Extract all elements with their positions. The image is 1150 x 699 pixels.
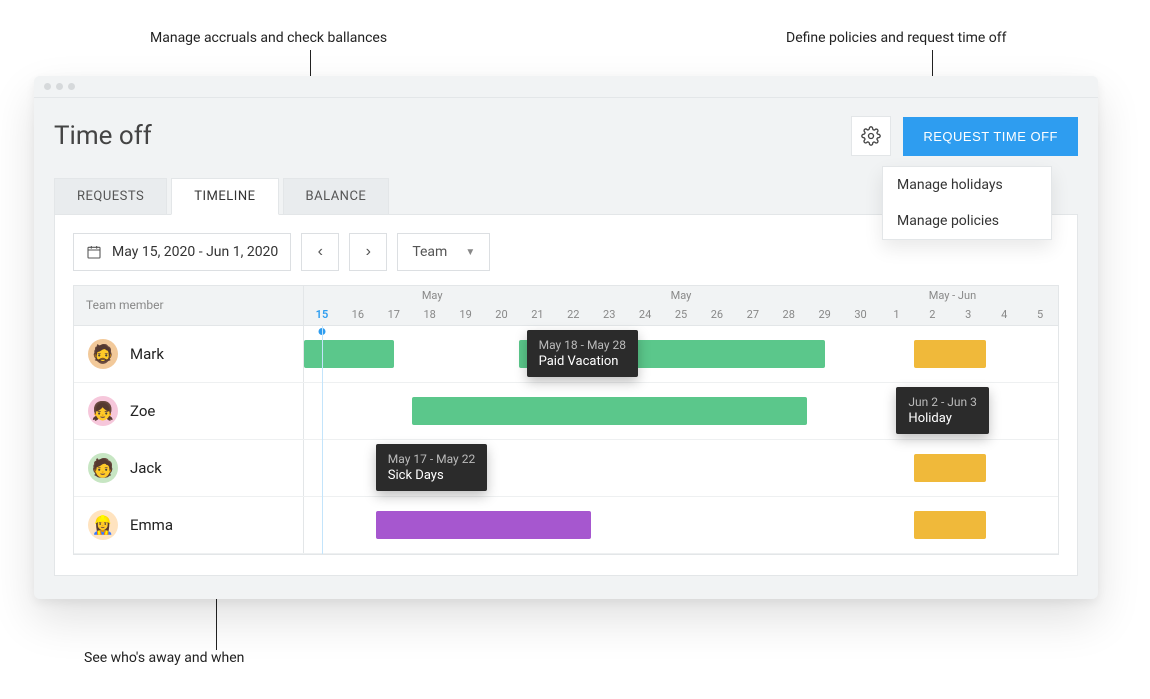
- calendar-icon: [86, 244, 102, 260]
- caret-down-icon: ▼: [465, 247, 475, 258]
- member-cell: 🧑 Jack: [74, 440, 304, 496]
- day-header: 26: [699, 308, 735, 321]
- day-header: 17: [376, 308, 412, 321]
- day-header: 5: [1022, 308, 1058, 321]
- team-filter-label: Team: [412, 244, 447, 260]
- team-member-column-header: Team member: [74, 286, 304, 325]
- window-dot: [68, 83, 75, 90]
- avatar: 👧: [88, 396, 118, 426]
- member-cell: 👧 Zoe: [74, 383, 304, 439]
- next-range-button[interactable]: ›: [349, 233, 387, 271]
- callout-away: See who's away and when: [84, 650, 244, 666]
- day-header: 16: [340, 308, 376, 321]
- avatar: 🧔: [88, 339, 118, 369]
- tab-balance[interactable]: BALANCE: [283, 178, 390, 215]
- day-header: 25: [663, 308, 699, 321]
- timeline-row: 👧 Zoe Jun 2 - Jun 3Holiday: [74, 383, 1058, 440]
- track-area: May 17 - May 22Sick Days: [304, 440, 1058, 496]
- timeline-row: 👷‍♀️ Emma: [74, 497, 1058, 554]
- callout-accruals: Manage accruals and check ballances: [150, 30, 387, 46]
- day-header: 19: [448, 308, 484, 321]
- prev-range-button[interactable]: ‹: [301, 233, 339, 271]
- settings-menu: Manage holidays Manage policies: [882, 166, 1052, 240]
- callout-policies: Define policies and request time off: [786, 30, 1007, 46]
- member-cell: 🧔 Mark: [74, 326, 304, 382]
- timeoff-bar[interactable]: [304, 340, 394, 368]
- member-name: Jack: [130, 459, 162, 477]
- timeoff-tooltip: May 18 - May 28Paid Vacation: [527, 330, 638, 377]
- page-title: Time off: [54, 121, 851, 151]
- member-name: Mark: [130, 345, 164, 363]
- avatar: 🧑: [88, 453, 118, 483]
- day-header: 2: [914, 308, 950, 321]
- timeline-row: 🧔 Mark May 18 - May 28Paid Vacation: [74, 326, 1058, 383]
- tab-requests[interactable]: REQUESTS: [54, 178, 167, 215]
- track-area: Jun 2 - Jun 3Holiday: [304, 383, 1058, 439]
- day-header: 24: [627, 308, 663, 321]
- member-name: Zoe: [130, 402, 155, 420]
- day-header: 27: [735, 308, 771, 321]
- timeoff-bar[interactable]: [914, 511, 986, 539]
- window-dot: [56, 83, 63, 90]
- timeoff-tooltip: Jun 2 - Jun 3Holiday: [896, 387, 988, 434]
- timeline-panel: May 15, 2020 - Jun 1, 2020 ‹ › Team ▼ Te…: [54, 214, 1078, 576]
- settings-button[interactable]: [851, 116, 891, 156]
- track-area: [304, 497, 1058, 553]
- day-header: 1: [879, 308, 915, 321]
- track-area: May 18 - May 28Paid Vacation: [304, 326, 1058, 382]
- chevron-right-icon: ›: [366, 243, 371, 261]
- day-header: 15: [304, 308, 340, 321]
- day-header: 3: [950, 308, 986, 321]
- day-header: 23: [591, 308, 627, 321]
- day-header: 21: [519, 308, 555, 321]
- tab-timeline[interactable]: TIMELINE: [171, 178, 278, 215]
- month-label: May - Jun: [929, 289, 976, 302]
- month-label: May: [422, 289, 443, 302]
- day-header: 18: [412, 308, 448, 321]
- day-header: 4: [986, 308, 1022, 321]
- app-window: Time off REQUEST TIME OFF Manage holiday…: [34, 76, 1098, 599]
- month-label: May: [671, 289, 692, 302]
- timeoff-bar[interactable]: [376, 511, 591, 539]
- menu-manage-holidays[interactable]: Manage holidays: [883, 167, 1051, 203]
- timeoff-bar[interactable]: [914, 454, 986, 482]
- chevron-left-icon: ‹: [318, 243, 323, 261]
- date-range-picker[interactable]: May 15, 2020 - Jun 1, 2020: [73, 233, 291, 271]
- day-header: 28: [771, 308, 807, 321]
- timeoff-tooltip: May 17 - May 22Sick Days: [376, 444, 487, 491]
- request-time-off-button[interactable]: REQUEST TIME OFF: [903, 117, 1078, 156]
- day-header: 29: [807, 308, 843, 321]
- avatar: 👷‍♀️: [88, 510, 118, 540]
- team-filter-select[interactable]: Team ▼: [397, 233, 490, 271]
- window-dot: [44, 83, 51, 90]
- day-header: 30: [843, 308, 879, 321]
- gear-icon: [861, 126, 881, 146]
- timeoff-bar[interactable]: [914, 340, 986, 368]
- member-name: Emma: [130, 516, 173, 534]
- timeline-grid: Team member 1516171819202122232425262728…: [73, 285, 1059, 555]
- timeline-row: 🧑 Jack May 17 - May 22Sick Days: [74, 440, 1058, 497]
- menu-manage-policies[interactable]: Manage policies: [883, 203, 1051, 239]
- date-range-label: May 15, 2020 - Jun 1, 2020: [112, 244, 278, 260]
- timeoff-bar[interactable]: [412, 397, 807, 425]
- day-header: 22: [555, 308, 591, 321]
- day-header: 20: [484, 308, 520, 321]
- member-cell: 👷‍♀️ Emma: [74, 497, 304, 553]
- window-titlebar: [34, 76, 1098, 98]
